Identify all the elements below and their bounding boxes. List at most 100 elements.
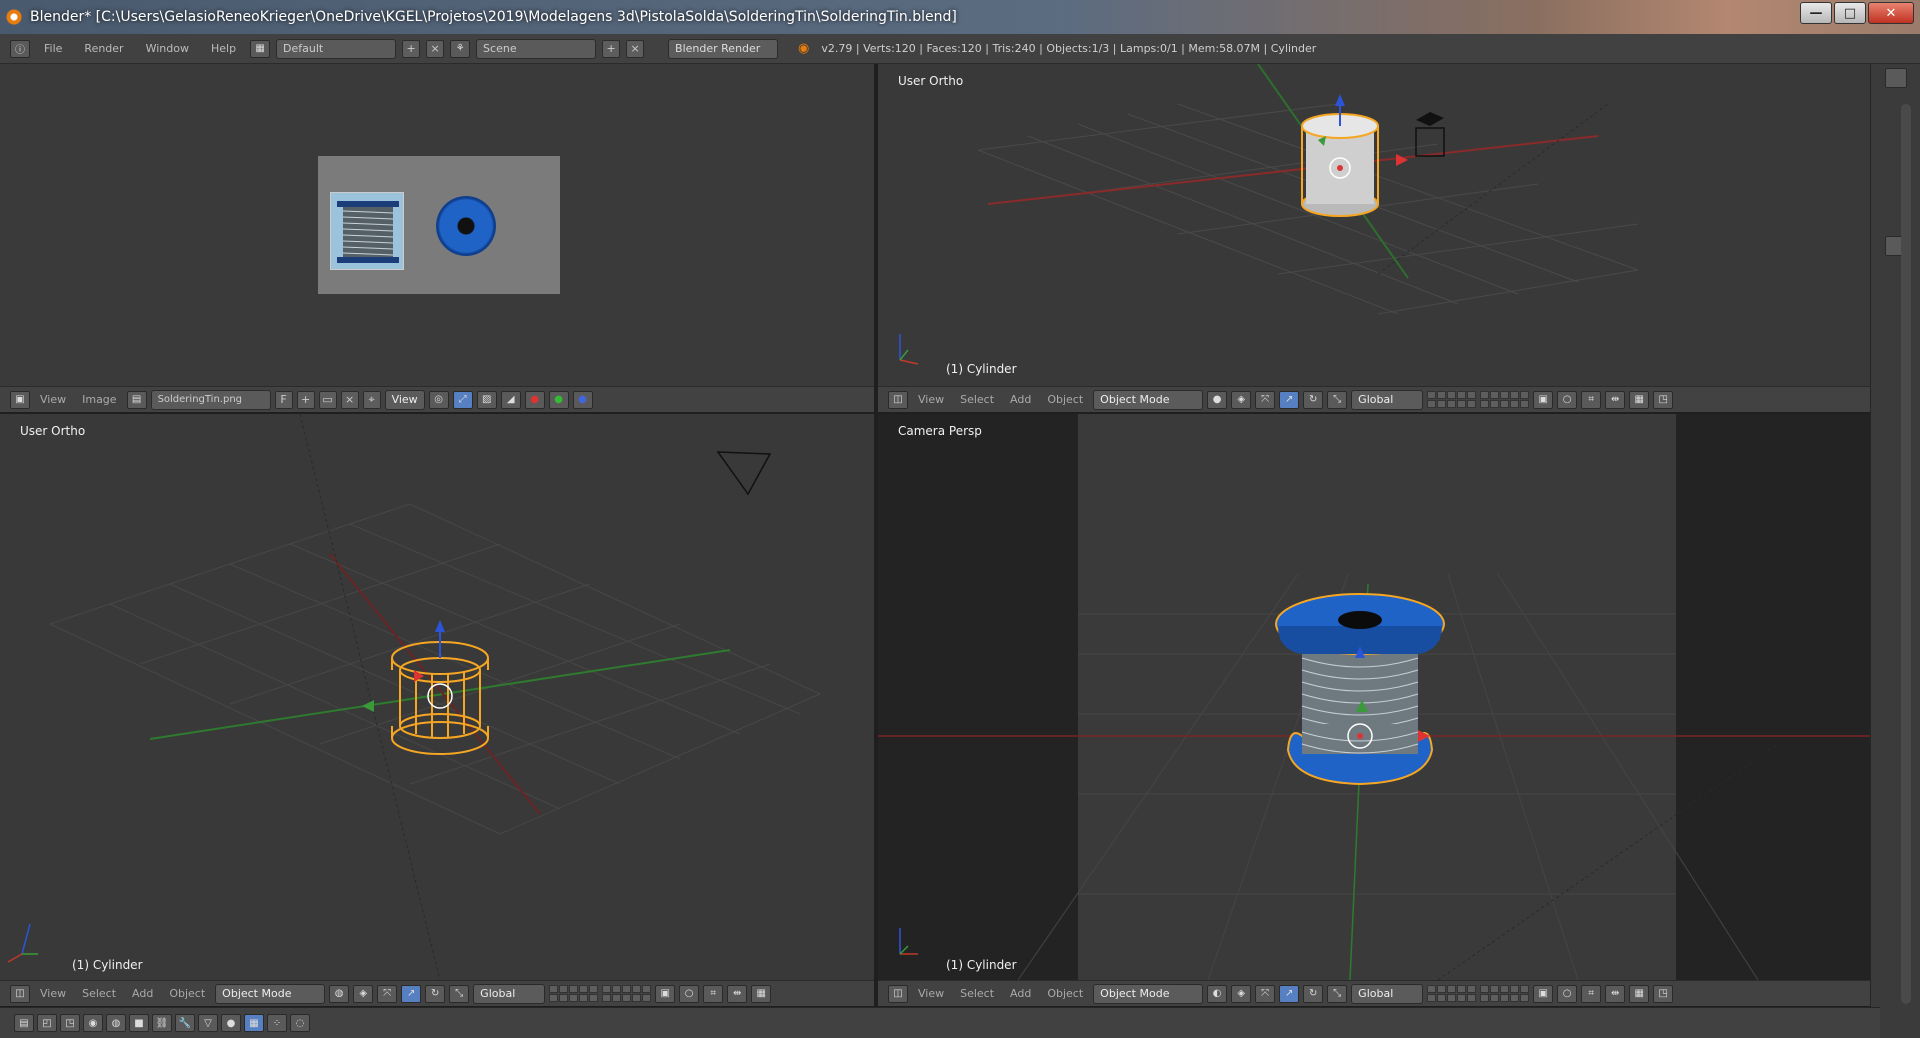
- add-layout-icon[interactable]: +: [402, 39, 421, 58]
- red-channel-icon[interactable]: ●: [524, 390, 545, 409]
- snap-icon[interactable]: ⌗: [1581, 390, 1602, 409]
- menu-object[interactable]: Object: [163, 987, 211, 1000]
- menu-view[interactable]: View: [912, 987, 950, 1000]
- proportional-edit-icon[interactable]: ○: [679, 984, 700, 1003]
- menu-add[interactable]: Add: [1004, 393, 1037, 406]
- manipulator-toggle-icon[interactable]: ⤧: [377, 984, 398, 1003]
- scene-icon[interactable]: ⚘: [450, 39, 471, 58]
- area-split-vertical[interactable]: [874, 64, 878, 1007]
- render-preview-icon[interactable]: ▦: [1629, 390, 1650, 409]
- render-preview-icon[interactable]: ▦: [751, 984, 772, 1003]
- remove-scene-icon[interactable]: ×: [626, 39, 645, 58]
- image-name-field[interactable]: SolderingTin.png: [150, 389, 271, 410]
- uv-image-editor[interactable]: [0, 64, 874, 386]
- menu-image[interactable]: Image: [76, 393, 122, 406]
- editor-type-image-icon[interactable]: ▣: [10, 390, 30, 409]
- snap-element-icon[interactable]: ⇹: [1605, 984, 1626, 1003]
- texture-tab-icon[interactable]: ▦: [244, 1014, 264, 1032]
- menu-render[interactable]: Render: [76, 42, 131, 55]
- lock-layers-icon[interactable]: ▣: [1533, 390, 1554, 409]
- menu-object[interactable]: Object: [1041, 987, 1089, 1000]
- menu-add[interactable]: Add: [1004, 987, 1037, 1000]
- uv-sync-icon[interactable]: ⤢: [452, 390, 473, 409]
- scale-icon[interactable]: ⤡: [1327, 390, 1348, 409]
- physics-tab-icon[interactable]: ◌: [290, 1014, 310, 1032]
- rotate-icon[interactable]: ↻: [1303, 390, 1324, 409]
- snap-element-icon[interactable]: ⇹: [1605, 390, 1626, 409]
- object-tab-icon[interactable]: ■: [129, 1014, 149, 1032]
- translate-icon[interactable]: ↗: [1279, 390, 1300, 409]
- viewport-shading-icon[interactable]: ◍: [329, 984, 350, 1003]
- render-layers-tab-icon[interactable]: ◳: [60, 1014, 80, 1032]
- opengl-render-icon[interactable]: ◳: [1653, 390, 1674, 409]
- scene-tab-icon[interactable]: ◉: [83, 1014, 103, 1032]
- snap-icon[interactable]: ⌗: [1581, 984, 1602, 1003]
- constraints-tab-icon[interactable]: ⛓: [152, 1014, 172, 1032]
- menu-window[interactable]: Window: [138, 42, 197, 55]
- paint-icon[interactable]: ◢: [500, 390, 521, 409]
- snap-element-icon[interactable]: ⇹: [727, 984, 748, 1003]
- editor-type-icon[interactable]: ▤: [14, 1014, 34, 1032]
- orientation-dropdown[interactable]: Global: [1351, 983, 1424, 1004]
- viewport-camera-persp[interactable]: Camera Persp (1) Cylinder: [878, 414, 1880, 980]
- menu-view[interactable]: View: [34, 987, 72, 1000]
- particles-tab-icon[interactable]: ⁘: [267, 1014, 287, 1032]
- rotate-icon[interactable]: ↻: [425, 984, 446, 1003]
- pivot-point-icon[interactable]: ◈: [1231, 984, 1252, 1003]
- area-split-horizontal[interactable]: [0, 412, 1880, 414]
- modifiers-tab-icon[interactable]: 🔧: [175, 1014, 195, 1032]
- new-image-icon[interactable]: +: [296, 390, 315, 409]
- data-tab-icon[interactable]: ▽: [198, 1014, 218, 1032]
- screen-layout-icon[interactable]: ▦: [250, 39, 271, 58]
- layers-grid[interactable]: [549, 985, 599, 1002]
- manipulator-toggle-icon[interactable]: ⤧: [1255, 390, 1276, 409]
- fake-user-toggle[interactable]: F: [274, 390, 293, 409]
- layers-grid[interactable]: [1427, 985, 1477, 1002]
- menu-file[interactable]: File: [36, 42, 70, 55]
- render-preview-icon[interactable]: ▦: [1629, 984, 1650, 1003]
- layout-field[interactable]: Default: [276, 38, 397, 59]
- layers-grid[interactable]: [1427, 391, 1477, 408]
- object-mode-dropdown[interactable]: Object Mode: [215, 983, 326, 1004]
- manipulator-toggle-icon[interactable]: ⤧: [1255, 984, 1276, 1003]
- translate-icon[interactable]: ↗: [401, 984, 422, 1003]
- lock-layers-icon[interactable]: ▣: [655, 984, 676, 1003]
- snap-icon[interactable]: ⌗: [703, 984, 724, 1003]
- translate-icon[interactable]: ↗: [1279, 984, 1300, 1003]
- lock-layers-icon[interactable]: ▣: [1533, 984, 1554, 1003]
- minimize-button[interactable]: —: [1800, 2, 1832, 24]
- proportional-edit-icon[interactable]: ○: [1557, 390, 1578, 409]
- add-scene-icon[interactable]: +: [602, 39, 621, 58]
- menu-select[interactable]: Select: [76, 987, 122, 1000]
- viewport-user-ortho-bottom[interactable]: User Ortho (1) Cylinder: [0, 414, 874, 980]
- pivot-point-icon[interactable]: ◈: [1231, 390, 1252, 409]
- panel-scrollbar[interactable]: [1901, 104, 1911, 1004]
- editor-type-3d-icon[interactable]: ◫: [888, 984, 908, 1003]
- scene-field[interactable]: Scene: [476, 38, 597, 59]
- menu-select[interactable]: Select: [954, 393, 1000, 406]
- material-tab-icon[interactable]: ●: [221, 1014, 241, 1032]
- image-browse-icon[interactable]: ▤: [126, 390, 147, 409]
- menu-view[interactable]: View: [34, 393, 72, 406]
- outliner-icon[interactable]: [1885, 68, 1907, 88]
- pivot-icon[interactable]: ◎: [428, 390, 449, 409]
- close-button[interactable]: ✕: [1868, 2, 1914, 24]
- draw-channels-icon[interactable]: ▨: [476, 390, 497, 409]
- layers-grid-2[interactable]: [602, 985, 652, 1002]
- unlink-image-icon[interactable]: ×: [340, 390, 359, 409]
- open-image-icon[interactable]: ▭: [318, 390, 337, 409]
- orientation-dropdown[interactable]: Global: [1351, 389, 1424, 410]
- pin-icon[interactable]: ⌖: [362, 390, 381, 409]
- viewport-user-ortho-top[interactable]: User Ortho (1) Cylinder: [878, 64, 1880, 386]
- world-tab-icon[interactable]: ◍: [106, 1014, 126, 1032]
- menu-select[interactable]: Select: [954, 987, 1000, 1000]
- viewport-shading-icon[interactable]: ●: [1207, 390, 1228, 409]
- opengl-render-icon[interactable]: ◳: [1653, 984, 1674, 1003]
- menu-help[interactable]: Help: [203, 42, 244, 55]
- pivot-point-icon[interactable]: ◈: [353, 984, 374, 1003]
- proportional-edit-icon[interactable]: ○: [1557, 984, 1578, 1003]
- green-channel-icon[interactable]: ●: [548, 390, 569, 409]
- menu-object[interactable]: Object: [1041, 393, 1089, 406]
- orientation-dropdown[interactable]: Global: [473, 983, 546, 1004]
- info-editor-type-icon[interactable]: ⓘ: [10, 39, 30, 58]
